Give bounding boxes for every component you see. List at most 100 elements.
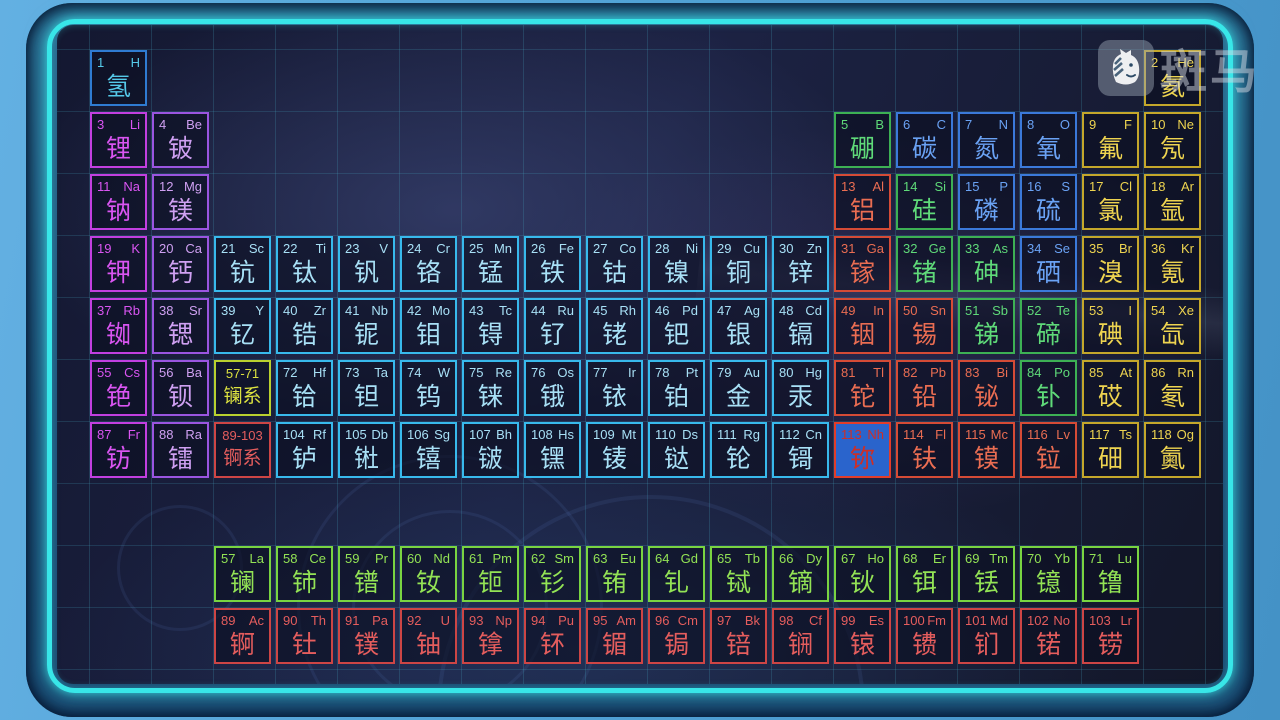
element-cell-Am[interactable]: 95Am镅	[586, 608, 643, 664]
element-cell-Al[interactable]: 13Al铝	[834, 174, 891, 230]
element-cell-Sn[interactable]: 50Sn锡	[896, 298, 953, 354]
element-cell-Zn[interactable]: 30Zn锌	[772, 236, 829, 292]
element-cell-Ne[interactable]: 10Ne氖	[1144, 112, 1201, 168]
element-cell-Dy[interactable]: 66Dy镝	[772, 546, 829, 602]
element-cell-Fr[interactable]: 87Fr钫	[90, 422, 147, 478]
element-cell-La[interactable]: 57La镧	[214, 546, 271, 602]
element-cell-Mn[interactable]: 25Mn锰	[462, 236, 519, 292]
element-cell-Cl[interactable]: 17Cl氯	[1082, 174, 1139, 230]
element-cell-Si[interactable]: 14Si硅	[896, 174, 953, 230]
element-cell-H[interactable]: 1H氢	[90, 50, 147, 106]
element-cell-Tl[interactable]: 81Tl铊	[834, 360, 891, 416]
element-cell-Sr[interactable]: 38Sr锶	[152, 298, 209, 354]
element-cell-Se[interactable]: 34Se硒	[1020, 236, 1077, 292]
element-cell-Tm[interactable]: 69Tm铥	[958, 546, 1015, 602]
element-cell-Ho[interactable]: 67Ho钬	[834, 546, 891, 602]
element-cell-Rg[interactable]: 111Rg𬬭	[710, 422, 767, 478]
element-cell-Bk[interactable]: 97Bk锫	[710, 608, 767, 664]
element-cell-Ts[interactable]: 117Ts鿬	[1082, 422, 1139, 478]
element-cell-Os[interactable]: 76Os锇	[524, 360, 581, 416]
element-cell-Na[interactable]: 11Na钠	[90, 174, 147, 230]
element-cell-Ni[interactable]: 28Ni镍	[648, 236, 705, 292]
element-cell-F[interactable]: 9F氟	[1082, 112, 1139, 168]
element-cell-Og[interactable]: 118Og鿫	[1144, 422, 1201, 478]
element-cell-I[interactable]: 53I碘	[1082, 298, 1139, 354]
element-cell-Fm[interactable]: 100Fm镄	[896, 608, 953, 664]
element-cell-89-103[interactable]: 89-103锕系	[214, 422, 271, 478]
element-cell-Hf[interactable]: 72Hf铪	[276, 360, 333, 416]
element-cell-Rn[interactable]: 86Rn氡	[1144, 360, 1201, 416]
element-cell-Ti[interactable]: 22Ti钛	[276, 236, 333, 292]
element-cell-Hg[interactable]: 80Hg汞	[772, 360, 829, 416]
element-cell-Eu[interactable]: 63Eu铕	[586, 546, 643, 602]
element-cell-Md[interactable]: 101Md钔	[958, 608, 1015, 664]
element-cell-Ga[interactable]: 31Ga镓	[834, 236, 891, 292]
element-cell-K[interactable]: 19K钾	[90, 236, 147, 292]
element-cell-Pr[interactable]: 59Pr镨	[338, 546, 395, 602]
element-cell-Fe[interactable]: 26Fe铁	[524, 236, 581, 292]
element-cell-O[interactable]: 8O氧	[1020, 112, 1077, 168]
element-cell-Ra[interactable]: 88Ra镭	[152, 422, 209, 478]
element-cell-Nh[interactable]: 113Nh鿭	[834, 422, 891, 478]
element-cell-Cu[interactable]: 29Cu铜	[710, 236, 767, 292]
element-cell-B[interactable]: 5B硼	[834, 112, 891, 168]
element-cell-Sb[interactable]: 51Sb锑	[958, 298, 1015, 354]
element-cell-Sg[interactable]: 106Sg𬭳	[400, 422, 457, 478]
element-cell-Pu[interactable]: 94Pu钚	[524, 608, 581, 664]
element-cell-Bh[interactable]: 107Bh𬭛	[462, 422, 519, 478]
element-cell-Cf[interactable]: 98Cf锎	[772, 608, 829, 664]
element-cell-Cd[interactable]: 48Cd镉	[772, 298, 829, 354]
element-cell-Li[interactable]: 3Li锂	[90, 112, 147, 168]
element-cell-Pd[interactable]: 46Pd钯	[648, 298, 705, 354]
element-cell-Hs[interactable]: 108Hs𬭶	[524, 422, 581, 478]
element-cell-Yb[interactable]: 70Yb镱	[1020, 546, 1077, 602]
element-cell-Ds[interactable]: 110Ds𫟼	[648, 422, 705, 478]
element-cell-V[interactable]: 23V钒	[338, 236, 395, 292]
element-cell-Ca[interactable]: 20Ca钙	[152, 236, 209, 292]
element-cell-Cn[interactable]: 112Cn鿔	[772, 422, 829, 478]
element-cell-Sc[interactable]: 21Sc钪	[214, 236, 271, 292]
element-cell-Tc[interactable]: 43Tc锝	[462, 298, 519, 354]
element-cell-Mg[interactable]: 12Mg镁	[152, 174, 209, 230]
element-cell-Pb[interactable]: 82Pb铅	[896, 360, 953, 416]
element-cell-As[interactable]: 33As砷	[958, 236, 1015, 292]
element-cell-Re[interactable]: 75Re铼	[462, 360, 519, 416]
element-cell-Lv[interactable]: 116Lv𫟷	[1020, 422, 1077, 478]
element-cell-Kr[interactable]: 36Kr氪	[1144, 236, 1201, 292]
element-cell-Lu[interactable]: 71Lu镥	[1082, 546, 1139, 602]
element-cell-Es[interactable]: 99Es锿	[834, 608, 891, 664]
element-cell-Mt[interactable]: 109Mt鿏	[586, 422, 643, 478]
element-cell-Tb[interactable]: 65Tb铽	[710, 546, 767, 602]
element-cell-Pa[interactable]: 91Pa镤	[338, 608, 395, 664]
element-cell-Ru[interactable]: 44Ru钌	[524, 298, 581, 354]
element-cell-Ag[interactable]: 47Ag银	[710, 298, 767, 354]
element-cell-Cr[interactable]: 24Cr铬	[400, 236, 457, 292]
element-cell-Ba[interactable]: 56Ba钡	[152, 360, 209, 416]
element-cell-N[interactable]: 7N氮	[958, 112, 1015, 168]
element-cell-Pt[interactable]: 78Pt铂	[648, 360, 705, 416]
element-cell-Xe[interactable]: 54Xe氙	[1144, 298, 1201, 354]
element-cell-Mc[interactable]: 115Mc镆	[958, 422, 1015, 478]
element-cell-Ir[interactable]: 77Ir铱	[586, 360, 643, 416]
element-cell-Sm[interactable]: 62Sm钐	[524, 546, 581, 602]
element-cell-P[interactable]: 15P磷	[958, 174, 1015, 230]
element-cell-Au[interactable]: 79Au金	[710, 360, 767, 416]
element-cell-Nb[interactable]: 41Nb铌	[338, 298, 395, 354]
element-cell-Cs[interactable]: 55Cs铯	[90, 360, 147, 416]
element-cell-Rb[interactable]: 37Rb铷	[90, 298, 147, 354]
element-cell-C[interactable]: 6C碳	[896, 112, 953, 168]
element-cell-Cm[interactable]: 96Cm锔	[648, 608, 705, 664]
element-cell-Ac[interactable]: 89Ac锕	[214, 608, 271, 664]
element-cell-W[interactable]: 74W钨	[400, 360, 457, 416]
element-cell-Db[interactable]: 105Db𬭊	[338, 422, 395, 478]
element-cell-Nd[interactable]: 60Nd钕	[400, 546, 457, 602]
element-cell-Np[interactable]: 93Np镎	[462, 608, 519, 664]
element-cell-57-71[interactable]: 57-71镧系	[214, 360, 271, 416]
element-cell-Ce[interactable]: 58Ce铈	[276, 546, 333, 602]
element-cell-Bi[interactable]: 83Bi铋	[958, 360, 1015, 416]
element-cell-Rf[interactable]: 104Rf𬬻	[276, 422, 333, 478]
element-cell-Ge[interactable]: 32Ge锗	[896, 236, 953, 292]
element-cell-Co[interactable]: 27Co钴	[586, 236, 643, 292]
element-cell-Rh[interactable]: 45Rh铑	[586, 298, 643, 354]
element-cell-At[interactable]: 85At砹	[1082, 360, 1139, 416]
